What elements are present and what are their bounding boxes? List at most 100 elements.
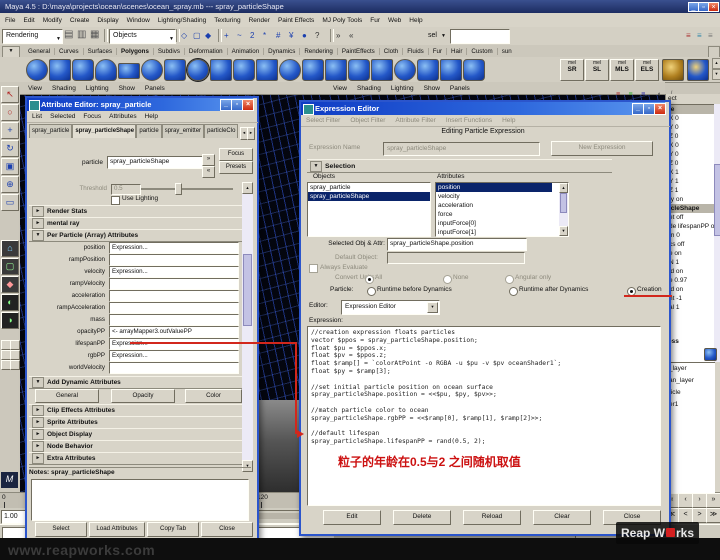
save-scene-icon[interactable]: ▦ bbox=[90, 29, 99, 40]
clear-button[interactable]: Clear bbox=[533, 510, 591, 525]
shelf-active-tool-icon[interactable] bbox=[187, 59, 209, 81]
shelf-polytorus-icon[interactable] bbox=[141, 59, 163, 81]
channel-row[interactable]: Z 0 bbox=[667, 159, 715, 168]
ae-menu-selected[interactable]: Selected bbox=[50, 113, 75, 120]
pp-field-lifespanpp[interactable]: Expression... bbox=[109, 338, 239, 350]
ae-menu-focus[interactable]: Focus bbox=[83, 113, 101, 120]
attributes-list-item[interactable]: force bbox=[436, 210, 568, 219]
layer-list[interactable]: _layer an_layer ticle er1 bbox=[666, 362, 715, 494]
ae-menu-attributes[interactable]: Attributes bbox=[109, 113, 136, 120]
show-manipulator-tool-icon[interactable]: ⊕ bbox=[1, 176, 19, 193]
ae-menu-list[interactable]: List bbox=[32, 113, 42, 120]
ae-menu-help[interactable]: Help bbox=[145, 113, 158, 120]
shelf-polycone-icon[interactable] bbox=[95, 59, 117, 81]
section-add-dynamic-attributes[interactable]: ▼Add Dynamic Attributes bbox=[29, 376, 242, 389]
channel-row[interactable]: N 1 bbox=[667, 258, 715, 267]
channel-row[interactable]: e on bbox=[667, 249, 715, 258]
ee-menu-object-filter[interactable]: Object Filter bbox=[350, 117, 385, 124]
channel-row[interactable]: ty on bbox=[667, 195, 715, 204]
threshold-slider-handle[interactable] bbox=[175, 183, 182, 195]
section-extra-attributes[interactable]: ►Extra Attributes bbox=[29, 452, 242, 465]
close-icon[interactable]: × bbox=[242, 99, 254, 111]
panel-menu-lighting[interactable]: Lighting bbox=[391, 85, 414, 92]
layer-item[interactable]: er1 bbox=[667, 399, 715, 411]
mask-object-icon[interactable]: ▢ bbox=[1, 258, 19, 275]
panel-menu-view[interactable]: View bbox=[333, 85, 347, 92]
frame-back-button[interactable]: < bbox=[678, 508, 693, 523]
shelf-tab-polygons[interactable]: Polygons bbox=[117, 48, 154, 55]
expand-icon[interactable]: ► bbox=[32, 206, 44, 217]
make-live-icon[interactable]: ¥ bbox=[289, 31, 293, 40]
channel-row[interactable]: nt -1 bbox=[667, 294, 715, 303]
pp-field-worldvelocity[interactable] bbox=[109, 362, 239, 374]
shelf-mel-button[interactable]: melMLS bbox=[610, 59, 634, 81]
shelf-tab-animation[interactable]: Animation bbox=[228, 48, 265, 55]
shelf-sculpt-icon[interactable] bbox=[463, 59, 485, 81]
node-name-field[interactable]: spray_particleShape bbox=[107, 156, 203, 169]
unpin-node-icon[interactable]: « bbox=[202, 166, 215, 178]
pp-field-rampposition[interactable] bbox=[109, 254, 239, 266]
new-layer-icon[interactable] bbox=[704, 348, 717, 361]
shelf-tab-fluids[interactable]: Fluids bbox=[403, 48, 429, 55]
collapse-icon[interactable]: ▼ bbox=[310, 161, 322, 172]
layer-item[interactable]: _layer bbox=[667, 363, 715, 375]
pp-field-position[interactable]: Expression... bbox=[109, 242, 239, 254]
tab-particle[interactable]: particle bbox=[136, 124, 161, 138]
menu-window[interactable]: Window bbox=[127, 17, 150, 24]
collapse-icon[interactable]: ▼ bbox=[32, 377, 44, 388]
expression-code-area[interactable]: //creation expression floats particles v… bbox=[307, 326, 661, 506]
layout-four-pane-button[interactable] bbox=[10, 340, 20, 350]
shelf-polysphere-icon[interactable] bbox=[26, 59, 48, 81]
frame-forward-button[interactable]: > bbox=[692, 508, 707, 523]
last-tool-icon[interactable]: ▭ bbox=[1, 194, 19, 211]
menu-display[interactable]: Display bbox=[97, 17, 118, 24]
load-attributes-button[interactable]: Load Attributes bbox=[89, 522, 145, 537]
menu-create[interactable]: Create bbox=[70, 17, 90, 24]
select-button[interactable]: Select bbox=[35, 522, 87, 537]
shelf-normals-icon[interactable] bbox=[417, 59, 439, 81]
shelf-tab-custom[interactable]: Custom bbox=[467, 48, 497, 55]
snap-view-icon[interactable]: * bbox=[263, 31, 266, 40]
shelf-tab-subdivs[interactable]: Subdivs bbox=[154, 48, 185, 55]
hypershade-icon[interactable]: ◑ bbox=[1, 312, 19, 329]
shelf-extrude-icon[interactable] bbox=[210, 59, 232, 81]
play-forward-button[interactable]: ≫ bbox=[706, 508, 720, 523]
layer-editor-toggle-icon[interactable]: ≡ bbox=[629, 91, 633, 98]
channel-row[interactable]: Z 0 bbox=[667, 132, 715, 141]
mask-component-icon[interactable]: ◆ bbox=[1, 276, 19, 293]
rotate-tool-icon[interactable]: ↻ bbox=[1, 140, 19, 157]
panel-menu-shading[interactable]: Shading bbox=[357, 85, 381, 92]
copy-tab-button[interactable]: Copy Tab bbox=[147, 522, 199, 537]
ee-menu-insert-functions[interactable]: Insert Functions bbox=[446, 117, 492, 124]
panel-menu-shading[interactable]: Shading bbox=[52, 85, 76, 92]
ui-toggle-icon[interactable]: ≡ bbox=[697, 31, 702, 40]
pp-field-rampvelocity[interactable] bbox=[109, 278, 239, 290]
channel-row[interactable]: Y 0 bbox=[667, 123, 715, 132]
mask-hierarchy-icon[interactable]: ⌂ bbox=[1, 240, 19, 257]
menu-paint-effects[interactable]: Paint Effects bbox=[278, 17, 314, 24]
select-hierarchy-icon[interactable]: ◇ bbox=[181, 31, 187, 40]
notes-textarea[interactable] bbox=[31, 479, 249, 521]
attributes-list-item[interactable]: inputForce[0] bbox=[436, 219, 568, 228]
shelf-tab-cloth[interactable]: Cloth bbox=[380, 48, 403, 55]
menu-fur[interactable]: Fur bbox=[370, 17, 380, 24]
runtime-after-dynamics-radio[interactable] bbox=[509, 287, 518, 296]
layout-persp-outliner-button[interactable] bbox=[10, 350, 20, 360]
channel-row[interactable]: ld on bbox=[667, 267, 715, 276]
select-component-icon[interactable]: ◆ bbox=[205, 31, 211, 40]
objects-list-item-selected[interactable]: spray_particleShape bbox=[308, 192, 430, 201]
shelf-merge-icon[interactable] bbox=[325, 59, 347, 81]
panel-menu-view[interactable]: View bbox=[28, 85, 42, 92]
objects-list[interactable]: spray_particle spray_particleShape bbox=[307, 182, 431, 237]
close-icon[interactable]: × bbox=[708, 2, 719, 12]
shelf-polyplane-icon[interactable] bbox=[118, 63, 140, 79]
chevron-down-icon[interactable]: ▼ bbox=[441, 33, 446, 39]
menu-lighting-shading[interactable]: Lighting/Shading bbox=[158, 17, 206, 24]
shelf-tab-sun[interactable]: sun bbox=[498, 48, 516, 55]
objects-list-item[interactable]: spray_particle bbox=[308, 183, 430, 192]
close-button[interactable]: Close bbox=[201, 522, 253, 537]
always-evaluate-checkbox[interactable] bbox=[309, 264, 318, 273]
channel-row[interactable]: Y 0 bbox=[667, 150, 715, 159]
scrollbar-thumb[interactable] bbox=[243, 254, 252, 326]
render-globals-icon[interactable]: ● bbox=[302, 31, 307, 40]
